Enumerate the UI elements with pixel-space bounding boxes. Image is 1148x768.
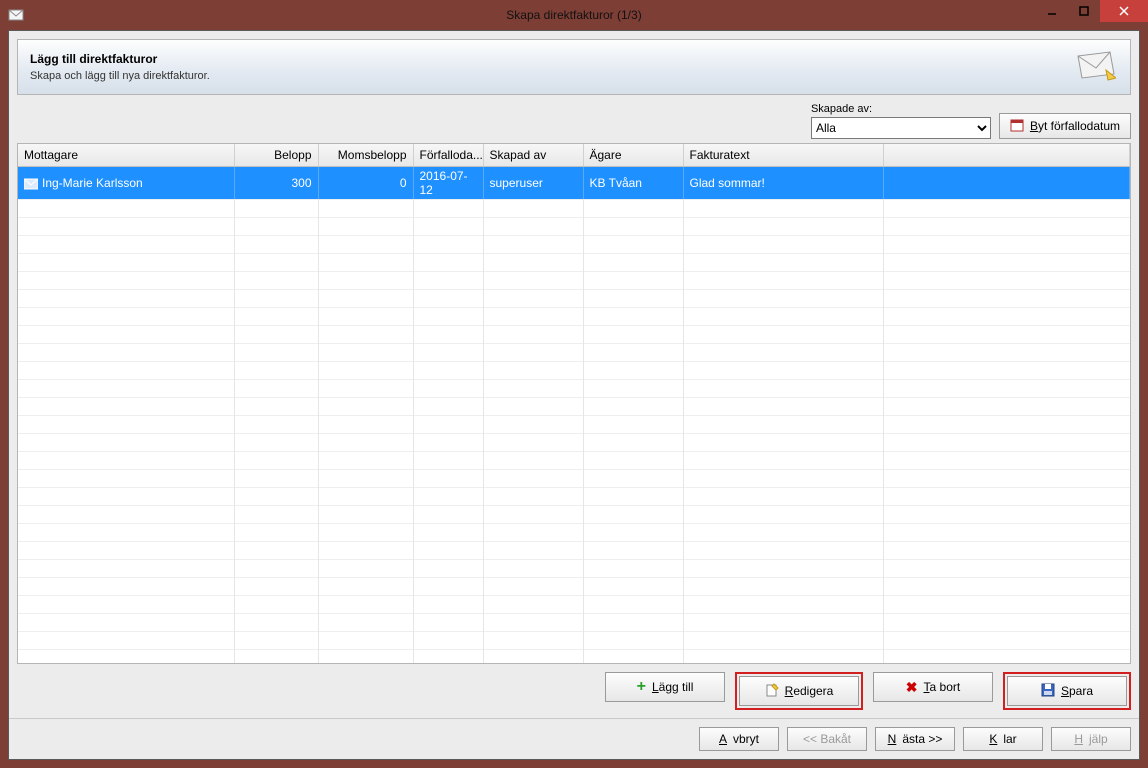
created-by-select[interactable]: Alla — [811, 117, 991, 139]
cell-recipient: Ing-Marie Karlsson — [18, 167, 234, 200]
created-by-label: Skapade av: — [811, 103, 991, 115]
col-recipient[interactable]: Mottagare — [18, 144, 234, 167]
cell-invoice-text: Glad sommar! — [683, 167, 883, 200]
wizard-footer: Avbryt << Bakåt Nästa >> Klar Hjälp — [9, 718, 1139, 759]
minimize-button[interactable] — [1036, 0, 1068, 22]
calendar-icon — [1010, 118, 1024, 135]
wizard-header: Lägg till direktfakturor Skapa och lägg … — [17, 39, 1131, 95]
col-created-by[interactable]: Skapad av — [483, 144, 583, 167]
window-controls — [1036, 0, 1148, 22]
envelope-icon — [1076, 50, 1116, 85]
edit-highlight: Redigera — [735, 672, 863, 710]
titlebar: Skapa direktfakturor (1/3) — [0, 0, 1148, 30]
cell-created-by: superuser — [483, 167, 583, 200]
col-amount[interactable]: Belopp — [234, 144, 318, 167]
cell-vat: 0 — [318, 167, 413, 200]
col-vat[interactable]: Momsbelopp — [318, 144, 413, 167]
edit-icon — [765, 683, 779, 700]
maximize-button[interactable] — [1068, 0, 1100, 22]
change-due-date-label: Byt förfallodatum — [1030, 119, 1120, 133]
table-empty-area — [18, 199, 1130, 663]
window-title: Skapa direktfakturor (1/3) — [0, 8, 1148, 22]
save-icon — [1041, 683, 1055, 700]
cell-spacer — [883, 167, 1130, 200]
change-due-date-button[interactable]: Byt förfallodatum — [999, 113, 1131, 139]
action-row: + Lägg till Redigera ✖ Ta bort Spara — [17, 672, 1131, 710]
delete-button[interactable]: ✖ Ta bort — [873, 672, 993, 702]
cancel-button[interactable]: Avbryt — [699, 727, 779, 751]
envelope-icon — [24, 178, 38, 190]
finish-button[interactable]: Klar — [963, 727, 1043, 751]
close-button[interactable] — [1100, 0, 1148, 22]
cell-amount: 300 — [234, 167, 318, 200]
table-header-row: Mottagare Belopp Momsbelopp Förfalloda..… — [18, 144, 1130, 167]
edit-label: Redigera — [785, 684, 834, 698]
col-spacer — [883, 144, 1130, 167]
cell-owner: KB Tvåan — [583, 167, 683, 200]
add-label: Lägg till — [652, 680, 693, 694]
wizard-subtitle: Skapa och lägg till nya direktfakturor. — [30, 70, 210, 82]
filter-row: Skapade av: Alla Byt förfallodatum — [17, 103, 1131, 139]
edit-button[interactable]: Redigera — [739, 676, 859, 706]
delete-icon: ✖ — [906, 679, 918, 696]
table-row[interactable]: Ing-Marie Karlsson 300 0 2016-07-12 supe… — [18, 167, 1130, 200]
next-button[interactable]: Nästa >> — [875, 727, 955, 751]
col-invoice-text[interactable]: Fakturatext — [683, 144, 883, 167]
save-label: Spara — [1061, 684, 1093, 698]
add-button[interactable]: + Lägg till — [605, 672, 725, 702]
cell-due: 2016-07-12 — [413, 167, 483, 200]
created-by-filter: Skapade av: Alla — [811, 103, 991, 139]
col-due-date[interactable]: Förfalloda... — [413, 144, 483, 167]
save-button[interactable]: Spara — [1007, 676, 1127, 706]
col-owner[interactable]: Ägare — [583, 144, 683, 167]
invoice-table: Mottagare Belopp Momsbelopp Förfalloda..… — [17, 143, 1131, 664]
back-button: << Bakåt — [787, 727, 867, 751]
save-highlight: Spara — [1003, 672, 1131, 710]
delete-label: Ta bort — [924, 680, 961, 694]
help-button: Hjälp — [1051, 727, 1131, 751]
plus-icon: + — [637, 679, 646, 695]
wizard-title: Lägg till direktfakturor — [30, 52, 210, 66]
client-area: Lägg till direktfakturor Skapa och lägg … — [8, 30, 1140, 760]
